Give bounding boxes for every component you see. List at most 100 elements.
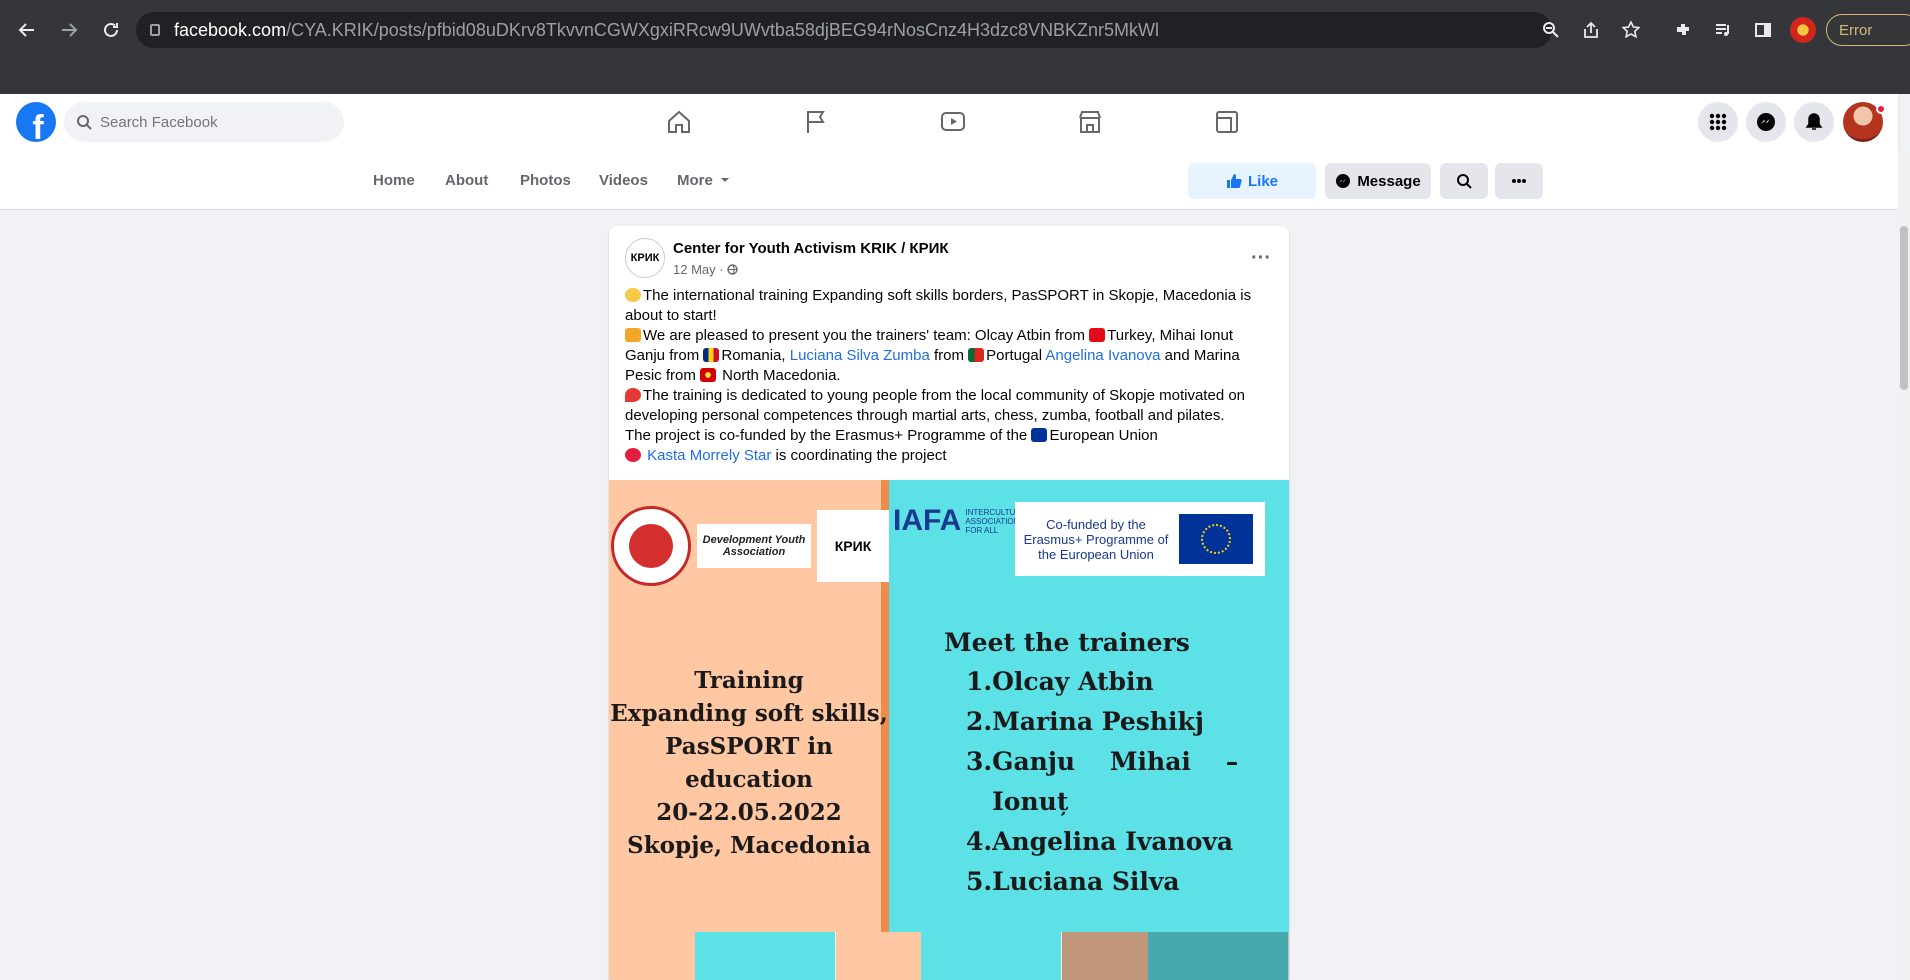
tab-more[interactable]: More [677,150,731,210]
profile-error-button[interactable]: Error [1826,14,1910,46]
scrollbar-thumb[interactable] [1900,226,1908,390]
image-left-panel: Development Youth Association КРИК Train… [609,480,889,932]
message-button[interactable]: Message [1325,163,1431,199]
share-icon[interactable] [1576,15,1606,45]
image-right-panel: IAFA INTERCULTURAL ASSOCIATION FOR ALL C… [889,480,1289,932]
more-dots-icon [1512,179,1526,183]
logo-letter: f [32,109,44,142]
avatar-text: КРИК [630,252,660,264]
page-search-button[interactable] [1440,163,1488,199]
post-author[interactable]: Center for Youth Activism KRIK / КРИК [673,240,949,257]
tag-kasta-morrely-star[interactable]: Kasta Morrely Star [647,447,771,464]
search-box[interactable] [64,102,344,142]
krik-logo: КРИК [817,510,889,582]
eu-cofunded-text: Co-funded by the Erasmus+ Programme of t… [1023,516,1169,562]
messenger-icon [1336,174,1351,188]
browser-toolbar: facebook.com/CYA.KRIK/posts/pfbid08uDKrv… [0,0,1910,94]
page-scrollbar[interactable] [1898,150,1910,980]
party-popper-emoji-icon [625,328,641,342]
back-icon[interactable] [12,15,42,45]
home-icon[interactable] [610,94,747,150]
north-macedonia-flag-icon [700,368,717,382]
page-avatar[interactable]: КРИК [625,238,665,278]
training-line-2: Expanding soft skills, [610,700,888,727]
eu-cofunded-logo: Co-funded by the Erasmus+ Programme of t… [1015,502,1265,576]
watch-icon[interactable] [884,94,1021,150]
thumbnail-3[interactable] [1062,932,1289,980]
trainer-3-cont: Ionuț [966,787,1069,816]
facebook-header: f [0,94,1898,150]
extension-area [1668,0,1818,60]
menu-grid-icon[interactable] [1698,102,1738,142]
bookmark-star-icon[interactable] [1616,15,1646,45]
trainer-5: 5.Luciana Silva [966,867,1180,896]
development-youth-logo: Development Youth Association [697,524,811,568]
turkey-flag-icon [1089,328,1106,342]
post-line-2c: Romania, [721,347,790,364]
notification-dot [1876,104,1886,114]
side-panel-icon[interactable] [1748,15,1778,45]
gaming-icon[interactable] [1158,94,1295,150]
page-more-button[interactable] [1495,163,1543,199]
zoom-icon[interactable] [1536,15,1566,45]
lock-icon [150,24,160,36]
facebook-logo-icon[interactable]: f [16,102,56,142]
training-line-5: Skopje, Macedonia [627,832,871,859]
pushpin-emoji-icon [625,388,641,402]
post-line-5: is coordinating the project [771,447,947,464]
globe-icon [727,264,738,275]
thumbnail-1[interactable] [609,932,836,980]
eu-flag-icon [1179,514,1253,564]
address-bar[interactable]: facebook.com/CYA.KRIK/posts/pfbid08uDKrv… [136,12,1552,48]
eu-flag-icon [1031,428,1048,442]
trainer-2: 2.Marina Peshikj [966,707,1204,736]
post-line-3: The training is dedicated to young peopl… [625,387,1246,424]
profile-icon[interactable] [1788,15,1818,45]
training-title: Training Expanding soft skills, PasSPORT… [609,664,889,862]
nav-buttons [12,0,126,60]
tag-angelina-ivanova[interactable]: Angelina Ivanova [1045,347,1160,364]
tag-luciana-silva-zumba[interactable]: Luciana Silva Zumba [790,347,930,364]
star-struck-emoji-icon [625,288,641,302]
thumbs-up-icon [1226,174,1242,188]
training-line-3: PasSPORT in education [665,733,833,793]
post-options-icon[interactable]: ··· [1243,240,1279,276]
tab-home[interactable]: Home [373,150,415,210]
post-text: The international training Expanding sof… [625,286,1275,466]
page-tabs-bar [0,150,1898,210]
marketplace-icon[interactable] [1021,94,1158,150]
search-input[interactable] [100,113,320,131]
post-line-4b: European Union [1049,427,1158,444]
messenger-icon[interactable] [1746,102,1786,142]
partner-logos-left: Development Youth Association КРИК [609,496,889,596]
like-label: Like [1247,172,1278,190]
chevron-down-icon [720,178,729,182]
post-image[interactable]: Development Youth Association КРИК Train… [609,480,1289,980]
tab-photos[interactable]: Photos [520,150,571,210]
trainer-4: 4.Angelina Ivanova [966,827,1234,856]
thumbnail-2[interactable] [835,932,1063,980]
extensions-icon[interactable] [1668,15,1698,45]
training-line-1: Training [694,667,804,694]
red-heart-emoji-icon [625,448,641,462]
post-line-2e: Portugal [986,347,1046,364]
main-nav [610,94,1295,150]
image-thumbnails [609,932,1289,980]
tab-videos[interactable]: Videos [599,150,648,210]
romania-flag-icon [703,348,720,362]
media-queue-icon[interactable] [1708,15,1738,45]
trainer-1: 1.Olcay Atbin [966,667,1154,696]
post-line-2a: We are pleased to present you the traine… [643,327,1090,344]
pages-flag-icon[interactable] [747,94,884,150]
url-host: facebook.com [174,19,287,40]
forward-icon[interactable] [54,15,84,45]
url-path: /CYA.KRIK/posts/pfbid08uDKrv8TkvvnCGWXgx… [286,19,1160,40]
like-page-button[interactable]: Like [1188,163,1316,199]
url-actions [1536,0,1646,60]
notifications-bell-icon[interactable] [1794,102,1834,142]
sports-club-seal-icon [611,506,691,586]
reload-icon[interactable] [96,15,126,45]
post-line-1: The international training Expanding sof… [625,287,1252,324]
tab-about[interactable]: About [445,150,488,210]
post-date[interactable]: 12 May · [673,262,738,277]
